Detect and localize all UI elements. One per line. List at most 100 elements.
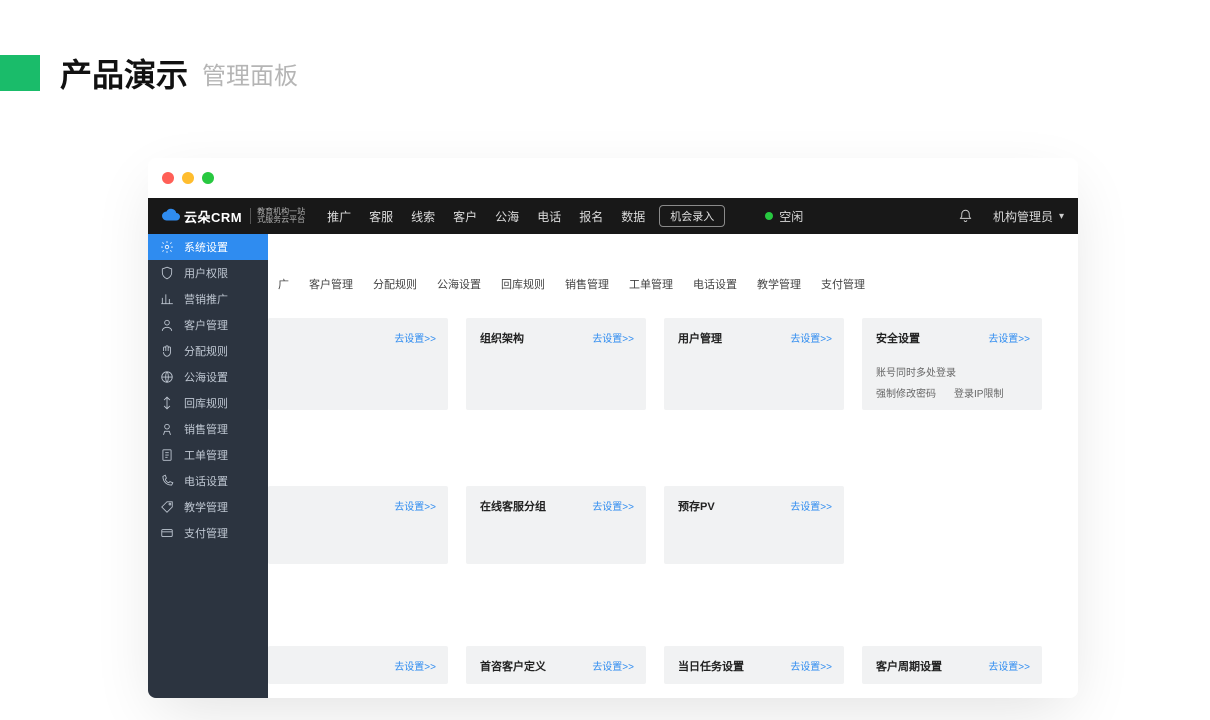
- subtab[interactable]: 工单管理: [619, 270, 683, 298]
- sidebar-item-label: 销售管理: [184, 421, 228, 437]
- globe-icon: [160, 370, 174, 384]
- user-menu[interactable]: 机构管理员 ▾: [993, 208, 1064, 225]
- card-configure-link[interactable]: 去设置>>: [394, 498, 436, 513]
- settings-card: 安全设置去设置>>账号同时多处登录强制修改密码登录IP限制: [862, 318, 1042, 410]
- cloud-icon: [162, 207, 180, 225]
- card-configure-link[interactable]: 去设置>>: [790, 498, 832, 513]
- sidebar-item-label: 用户权限: [184, 265, 228, 281]
- window-chrome: [148, 158, 1078, 198]
- sidebar-item-sales[interactable]: 销售管理: [148, 416, 268, 442]
- subtab[interactable]: 教学管理: [747, 270, 811, 298]
- nav-items: 推广 客服 线索 客户 公海 电话 报名 数据: [327, 208, 645, 225]
- settings-card: 组织架构去设置>>: [466, 318, 646, 410]
- subtab[interactable]: 公海设置: [427, 270, 491, 298]
- card-sub-link[interactable]: 登录IP限制: [954, 385, 1003, 400]
- chart-icon: [160, 292, 174, 306]
- subtab[interactable]: 电话设置: [683, 270, 747, 298]
- person-icon: [160, 318, 174, 332]
- settings-card: 预存PV去设置>>: [664, 486, 844, 564]
- shield-icon: [160, 266, 174, 280]
- nav-item[interactable]: 推广: [327, 208, 351, 225]
- nav-item[interactable]: 公海: [495, 208, 519, 225]
- hand-icon: [160, 344, 174, 358]
- subtab[interactable]: 支付管理: [811, 270, 875, 298]
- sidebar-item-label: 客户管理: [184, 317, 228, 333]
- card-configure-link[interactable]: 去设置>>: [988, 658, 1030, 673]
- sidebar-item-phone[interactable]: 电话设置: [148, 468, 268, 494]
- status-label: 空闲: [779, 208, 803, 225]
- recycle-icon: [160, 396, 174, 410]
- sidebar: 系统设置用户权限营销推广客户管理分配规则公海设置回库规则销售管理工单管理电话设置…: [148, 234, 268, 698]
- sidebar-item-card[interactable]: 支付管理: [148, 520, 268, 546]
- subtab[interactable]: 广: [268, 270, 299, 298]
- record-button[interactable]: 机会录入: [659, 205, 725, 227]
- accent-bar: [0, 55, 40, 91]
- sidebar-item-tag[interactable]: 教学管理: [148, 494, 268, 520]
- card-sub-link[interactable]: 账号同时多处登录: [876, 364, 956, 379]
- page-title-sub: 管理面板: [202, 56, 298, 91]
- settings-card: 去设置>>: [268, 486, 448, 564]
- nav-item[interactable]: 客户: [453, 208, 477, 225]
- settings-card: 去设置>>: [268, 646, 448, 684]
- status-indicator: 空闲: [765, 208, 803, 225]
- nav-item[interactable]: 客服: [369, 208, 393, 225]
- cards-area: 去设置>>组织架构去设置>>用户管理去设置>>安全设置去设置>>账号同时多处登录…: [268, 318, 1078, 684]
- sidebar-item-label: 电话设置: [184, 473, 228, 489]
- card-icon: [160, 526, 174, 540]
- settings-card: 首咨客户定义去设置>>: [466, 646, 646, 684]
- subtab[interactable]: 销售管理: [555, 270, 619, 298]
- card-configure-link[interactable]: 去设置>>: [790, 658, 832, 673]
- nav-item[interactable]: 电话: [537, 208, 561, 225]
- sidebar-item-label: 支付管理: [184, 525, 228, 541]
- sidebar-item-doc[interactable]: 工单管理: [148, 442, 268, 468]
- close-icon[interactable]: [162, 172, 174, 184]
- nav-item[interactable]: 报名: [579, 208, 603, 225]
- sidebar-item-label: 公海设置: [184, 369, 228, 385]
- logo-tagline: 教育机构一站 式服务云平台: [250, 208, 305, 225]
- sidebar-item-recycle[interactable]: 回库规则: [148, 390, 268, 416]
- card-configure-link[interactable]: 去设置>>: [592, 498, 634, 513]
- sidebar-item-label: 教学管理: [184, 499, 228, 515]
- tag-icon: [160, 500, 174, 514]
- card-configure-link[interactable]: 去设置>>: [592, 658, 634, 673]
- top-nav: 云朵CRM 教育机构一站 式服务云平台 推广 客服 线索 客户 公海 电话 报名…: [148, 198, 1078, 234]
- sales-icon: [160, 422, 174, 436]
- chevron-down-icon: ▾: [1059, 211, 1064, 222]
- settings-card: 当日任务设置去设置>>: [664, 646, 844, 684]
- maximize-icon[interactable]: [202, 172, 214, 184]
- card-sub-link[interactable]: 强制修改密码: [876, 385, 936, 400]
- card-configure-link[interactable]: 去设置>>: [988, 330, 1030, 345]
- subtab[interactable]: 回库规则: [491, 270, 555, 298]
- doc-icon: [160, 448, 174, 462]
- sidebar-item-shield[interactable]: 用户权限: [148, 260, 268, 286]
- bell-icon[interactable]: [958, 209, 973, 224]
- minimize-icon[interactable]: [182, 172, 194, 184]
- sidebar-item-hand[interactable]: 分配规则: [148, 338, 268, 364]
- card-configure-link[interactable]: 去设置>>: [394, 330, 436, 345]
- card-configure-link[interactable]: 去设置>>: [790, 330, 832, 345]
- sidebar-item-label: 分配规则: [184, 343, 228, 359]
- nav-item[interactable]: 数据: [621, 208, 645, 225]
- subtab[interactable]: 客户管理: [299, 270, 363, 298]
- sidebar-item-gear[interactable]: 系统设置: [148, 234, 268, 260]
- subtab[interactable]: 分配规则: [363, 270, 427, 298]
- sidebar-item-person[interactable]: 客户管理: [148, 312, 268, 338]
- sidebar-item-label: 系统设置: [184, 239, 228, 255]
- page-title-main: 产品演示: [60, 50, 188, 96]
- logo[interactable]: 云朵CRM 教育机构一站 式服务云平台: [162, 207, 305, 226]
- subtabs: 广客户管理分配规则公海设置回库规则销售管理工单管理电话设置教学管理支付管理: [268, 270, 875, 298]
- sidebar-item-label: 营销推广: [184, 291, 228, 307]
- nav-item[interactable]: 线索: [411, 208, 435, 225]
- user-label: 机构管理员: [993, 208, 1053, 225]
- settings-card: 用户管理去设置>>: [664, 318, 844, 410]
- logo-text: 云朵CRM: [184, 207, 242, 226]
- phone-icon: [160, 474, 174, 488]
- sidebar-item-chart[interactable]: 营销推广: [148, 286, 268, 312]
- card-configure-link[interactable]: 去设置>>: [394, 658, 436, 673]
- gear-icon: [160, 240, 174, 254]
- status-dot-icon: [765, 212, 773, 220]
- card-configure-link[interactable]: 去设置>>: [592, 330, 634, 345]
- sidebar-item-label: 工单管理: [184, 447, 228, 463]
- settings-card: 在线客服分组去设置>>: [466, 486, 646, 564]
- sidebar-item-globe[interactable]: 公海设置: [148, 364, 268, 390]
